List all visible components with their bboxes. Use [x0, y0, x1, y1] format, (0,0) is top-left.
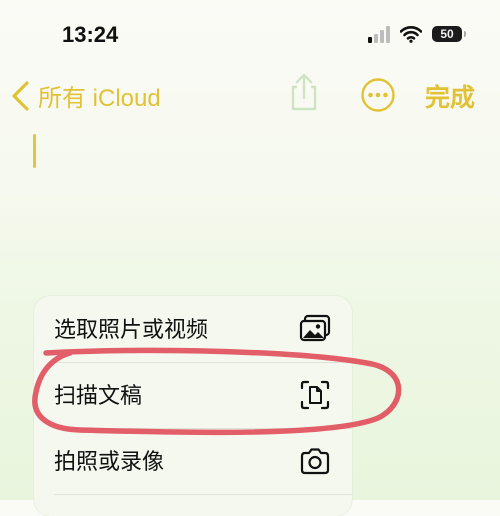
menu-item-label: 扫描文稿 [54, 384, 143, 409]
photo-library-icon [299, 314, 331, 342]
status-icons: 50 [368, 25, 466, 43]
status-time: 13:24 [62, 22, 119, 47]
menu-item-take-photo[interactable]: 拍照或录像 [34, 428, 352, 494]
done-button[interactable]: 完成 [425, 78, 475, 114]
text-cursor[interactable] [33, 134, 36, 168]
more-icon[interactable] [360, 77, 396, 113]
menu-item-choose-photo[interactable]: 选取照片或视频 [34, 296, 352, 362]
chevron-left-icon [12, 80, 29, 111]
camera-icon [300, 448, 330, 475]
signal-icon [368, 25, 390, 43]
menu-item-scan-document[interactable]: 扫描文稿 [34, 362, 352, 428]
back-label: 所有 iCloud [38, 85, 161, 112]
attachment-menu: 选取照片或视频 扫描文稿 拍照或录像 [34, 296, 352, 516]
scan-document-icon [300, 380, 330, 410]
share-icon[interactable] [286, 72, 322, 112]
wifi-icon [400, 26, 422, 43]
menu-divider [54, 494, 352, 495]
back-button[interactable]: 所有 iCloud [10, 78, 161, 113]
menu-item-label: 拍照或录像 [54, 450, 165, 475]
battery-level: 50 [440, 27, 454, 41]
battery-icon: 50 [432, 26, 466, 42]
menu-item-label: 选取照片或视频 [54, 318, 209, 343]
